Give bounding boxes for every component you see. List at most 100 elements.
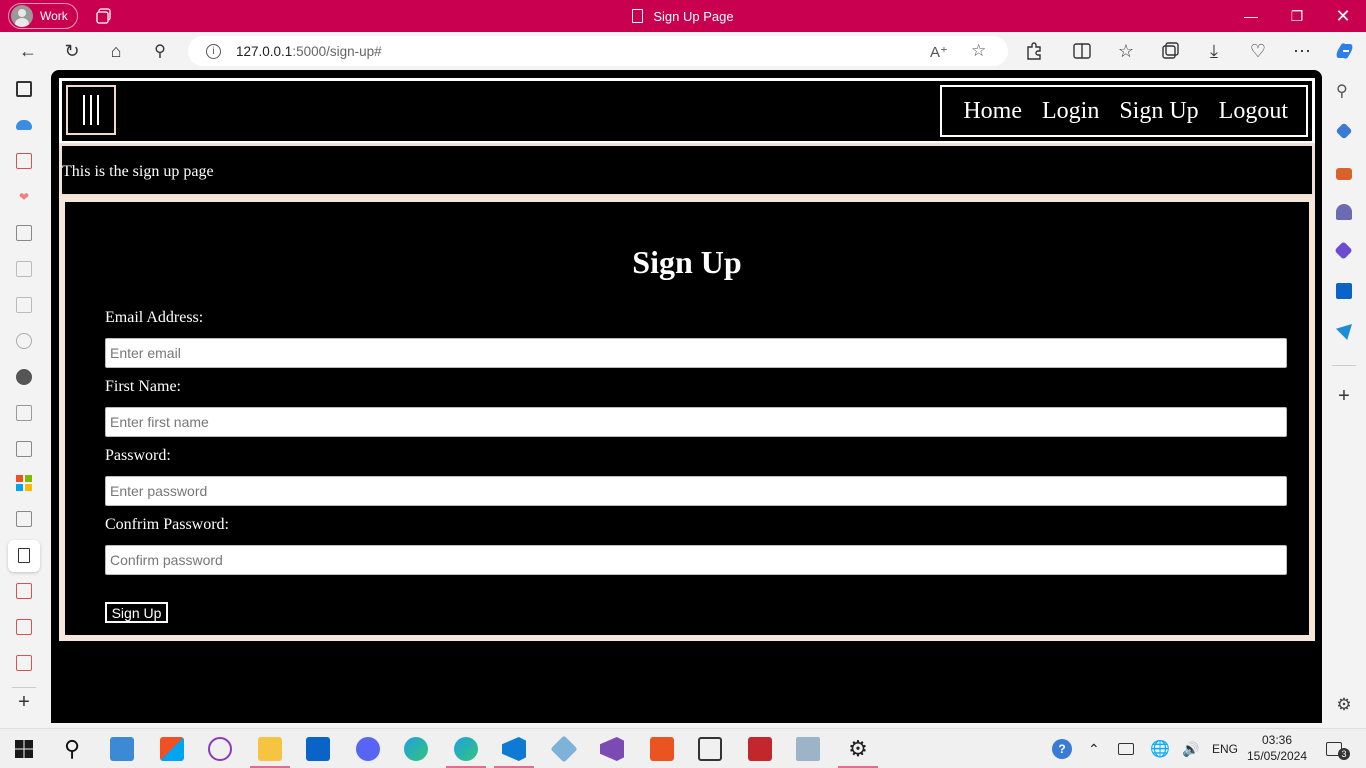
shopping-tag-icon[interactable] <box>1335 122 1353 140</box>
outlook-icon[interactable] <box>1336 283 1352 299</box>
close-window-button[interactable]: ✕ <box>1320 0 1366 32</box>
settings-gear-icon[interactable]: ⚙ <box>846 737 870 761</box>
window-title-text: Sign Up Page <box>653 8 734 24</box>
read-aloud-icon[interactable]: A⁺ <box>930 43 948 61</box>
signup-form: Sign Up Email Address: First Name: Passw… <box>59 196 1315 641</box>
performance-icon[interactable]: ♡ <box>1244 38 1272 64</box>
edge-icon[interactable] <box>404 737 428 761</box>
notification-center-icon[interactable]: 3 <box>1326 729 1350 768</box>
edge-sidebar: ⚲ + ⚙ <box>1322 70 1366 728</box>
favorites-icon[interactable]: ☆ <box>1112 38 1140 64</box>
document-tab-icon[interactable] <box>16 297 32 313</box>
site-info-icon[interactable]: i <box>206 43 221 59</box>
photos-icon[interactable] <box>796 737 820 761</box>
ubuntu-icon[interactable] <box>650 737 674 761</box>
extensions-icon[interactable] <box>1020 38 1048 64</box>
microsoft-365-icon[interactable] <box>1334 241 1353 260</box>
weather-widget-icon[interactable] <box>110 737 134 761</box>
microsoft-store-icon[interactable] <box>160 737 184 761</box>
send-icon[interactable] <box>1336 324 1352 340</box>
browser-title-bar: Work Sign Up Page — ❐ ✕ <box>0 0 1366 32</box>
help-icon[interactable]: ? <box>1052 729 1072 768</box>
add-sidebar-app-icon[interactable]: + <box>1336 386 1352 406</box>
more-options-icon[interactable]: ⋯ <box>1288 38 1316 64</box>
collections-icon[interactable] <box>1156 38 1184 64</box>
nav-signup-link[interactable]: Sign Up <box>1119 98 1198 125</box>
sign-up-button[interactable]: Sign Up <box>105 602 168 623</box>
language-indicator[interactable]: ENG <box>1212 729 1238 768</box>
first-name-field[interactable] <box>105 407 1287 437</box>
sidebar-divider <box>12 687 36 688</box>
minimize-button[interactable]: — <box>1228 0 1274 32</box>
nav-logout-link[interactable]: Logout <box>1219 98 1288 125</box>
windows-taskbar: ⚲ ⚙ ? ⌃ 🌐 🔊 ENG 03:36 15/05/2024 3 <box>0 728 1366 768</box>
microsoft-tab-icon[interactable] <box>16 475 32 491</box>
media-player-icon[interactable] <box>208 737 232 761</box>
clock-date: 15/05/2024 <box>1246 749 1308 763</box>
search-icon[interactable]: ⚲ <box>1336 84 1352 100</box>
show-hidden-icons-icon[interactable]: ⌃ <box>1088 729 1100 768</box>
tab-actions-icon[interactable] <box>16 81 32 97</box>
back-arrow-icon[interactable]: ← <box>14 38 42 64</box>
outlook-new-icon[interactable] <box>306 737 330 761</box>
address-bar[interactable]: i 127.0.0.1:5000/sign-up# A⁺ ☆ <box>188 36 1008 66</box>
clock-time: 03:36 <box>1261 733 1293 747</box>
openai-tab-icon[interactable] <box>16 333 32 349</box>
split-screen-icon[interactable] <box>1068 38 1096 64</box>
restore-button[interactable]: ❐ <box>1274 0 1320 32</box>
document-tab-icon[interactable] <box>16 511 32 527</box>
search-icon[interactable]: ⚲ <box>146 38 174 64</box>
onedrive-tab-icon[interactable] <box>16 120 32 130</box>
image-tab-icon[interactable] <box>16 405 32 421</box>
pdf-tab-icon[interactable] <box>16 583 32 599</box>
virtualbox-icon[interactable] <box>550 735 578 763</box>
menu-bar <box>83 95 85 125</box>
terminal-icon[interactable] <box>698 737 722 761</box>
document-tab-icon[interactable] <box>16 261 32 277</box>
confirm-password-label: Confrim Password: <box>105 516 229 533</box>
edge-work-icon[interactable] <box>454 737 478 761</box>
network-icon[interactable] <box>1118 729 1134 768</box>
windows-start-icon[interactable] <box>12 737 36 761</box>
web-page: Home Login Sign Up Logout This is the si… <box>51 70 1322 723</box>
downloads-icon[interactable]: ⤓ <box>1200 38 1228 64</box>
tools-briefcase-icon[interactable] <box>1336 168 1352 180</box>
discord-icon[interactable] <box>356 737 380 761</box>
search-icon[interactable]: ⚲ <box>60 737 84 761</box>
clock[interactable]: 03:36 15/05/2024 <box>1246 732 1308 764</box>
pdf-tab-icon[interactable] <box>16 655 32 671</box>
nav-home-link[interactable]: Home <box>963 98 1022 125</box>
globe-icon[interactable]: 🌐 <box>1150 729 1170 768</box>
vertical-tabs-sidebar: ❤ + <box>0 70 48 728</box>
document-tab-icon[interactable] <box>16 225 32 241</box>
pdf-tab-icon[interactable] <box>16 619 32 635</box>
file-explorer-icon[interactable] <box>258 737 282 761</box>
url-text[interactable]: 127.0.0.1:5000/sign-up# <box>236 44 382 59</box>
email-field[interactable] <box>105 338 1287 368</box>
password-field[interactable] <box>105 476 1287 506</box>
volume-icon[interactable]: 🔊 <box>1182 729 1199 768</box>
site-nav: Home Login Sign Up Logout <box>940 85 1308 137</box>
settings-gear-icon[interactable]: ⚙ <box>1336 696 1352 713</box>
calendar-tab-icon[interactable] <box>16 441 32 457</box>
menu-bar <box>97 95 99 125</box>
page-document-icon <box>632 9 644 23</box>
home-icon[interactable]: ⌂ <box>102 38 130 64</box>
visual-studio-icon[interactable] <box>600 737 624 761</box>
filezilla-icon[interactable] <box>748 737 772 761</box>
new-tab-plus-icon[interactable]: + <box>16 692 32 712</box>
games-icon[interactable] <box>1336 204 1352 220</box>
sidebar-divider <box>1332 365 1356 366</box>
github-tab-icon[interactable] <box>16 369 32 385</box>
nav-login-link[interactable]: Login <box>1042 98 1099 125</box>
favorite-star-icon[interactable]: ☆ <box>971 41 986 61</box>
copilot-icon[interactable] <box>1330 38 1358 64</box>
vscode-icon[interactable] <box>502 737 526 761</box>
form-title: Sign Up <box>632 244 742 280</box>
pdf-tab-icon[interactable] <box>16 153 32 169</box>
refresh-icon[interactable]: ↻ <box>58 38 86 64</box>
active-tab-highlight[interactable] <box>8 540 40 572</box>
heart-tab-icon[interactable]: ❤ <box>16 189 32 205</box>
hamburger-menu-button[interactable] <box>66 85 116 135</box>
confirm-password-field[interactable] <box>105 545 1287 575</box>
